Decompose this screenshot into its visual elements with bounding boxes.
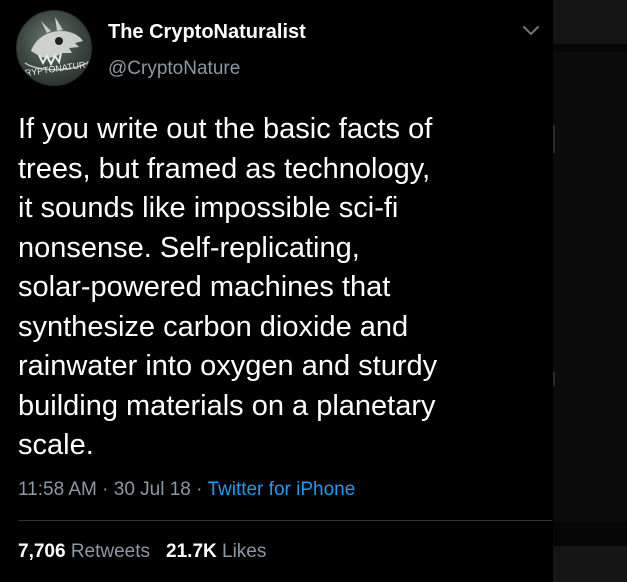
meta-separator: · xyxy=(190,479,208,500)
tweet-text: If you write out the basic facts of tree… xyxy=(18,110,538,466)
dragon-skull-avatar-icon: CRYPTONATURALIST xyxy=(18,17,91,79)
tweet-text-line: rainwater into oxygen and sturdy xyxy=(18,350,438,382)
tweet-stats: 7,706 Retweets 21.7K Likes xyxy=(18,541,266,563)
likes-stat[interactable]: 21.7K Likes xyxy=(166,541,266,562)
tweet-time[interactable]: 11:58 AM xyxy=(18,479,97,500)
tweet-text-line: building materials on a planetary xyxy=(18,389,436,422)
author-handle[interactable]: @CryptoNature xyxy=(108,58,240,80)
meta-separator: · xyxy=(96,479,114,500)
retweets-count: 7,706 xyxy=(18,541,66,562)
tweet-card: CRYPTONATURALIST The CryptoNaturalist @C… xyxy=(0,0,552,582)
tweet-text-line: nonsense. Self-replicating, xyxy=(18,231,360,264)
tweet-text-line: synthesize carbon dioxide and xyxy=(18,310,409,343)
retweets-stat[interactable]: 7,706 Retweets xyxy=(18,541,150,562)
tweet-text-line: solar-powered machines that xyxy=(18,271,391,303)
retweets-label: Retweets xyxy=(70,541,151,562)
author-name[interactable]: The CryptoNaturalist xyxy=(108,21,306,44)
svg-text:CRYPTONATURALIST: CRYPTONATURALIST xyxy=(18,56,91,79)
adjacent-column-body xyxy=(553,52,627,522)
tweet-text-line: trees, but framed as technology, xyxy=(18,152,431,185)
chevron-down-icon[interactable] xyxy=(522,24,540,38)
adjacent-column xyxy=(553,0,627,582)
tweet-text-line: If you write out the basic facts of xyxy=(18,113,433,145)
tweet-metadata: 11:58 AM · 30 Jul 18 · Twitter for iPhon… xyxy=(18,479,355,501)
adjacent-column-edge xyxy=(553,372,555,386)
tweet-text-line: it sounds like impossible sci-fi xyxy=(18,192,399,224)
likes-label: Likes xyxy=(222,541,267,562)
likes-count: 21.7K xyxy=(166,541,217,562)
tweet-date[interactable]: 30 Jul 18 xyxy=(114,479,191,500)
adjacent-column-edge xyxy=(553,125,555,153)
avatar[interactable]: CRYPTONATURALIST xyxy=(16,10,92,86)
adjacent-column-footer xyxy=(553,546,627,582)
divider xyxy=(18,520,552,521)
tweet-text-line: scale. xyxy=(18,429,94,461)
tweet-source-link[interactable]: Twitter for iPhone xyxy=(207,479,355,500)
adjacent-column-header xyxy=(553,0,627,44)
